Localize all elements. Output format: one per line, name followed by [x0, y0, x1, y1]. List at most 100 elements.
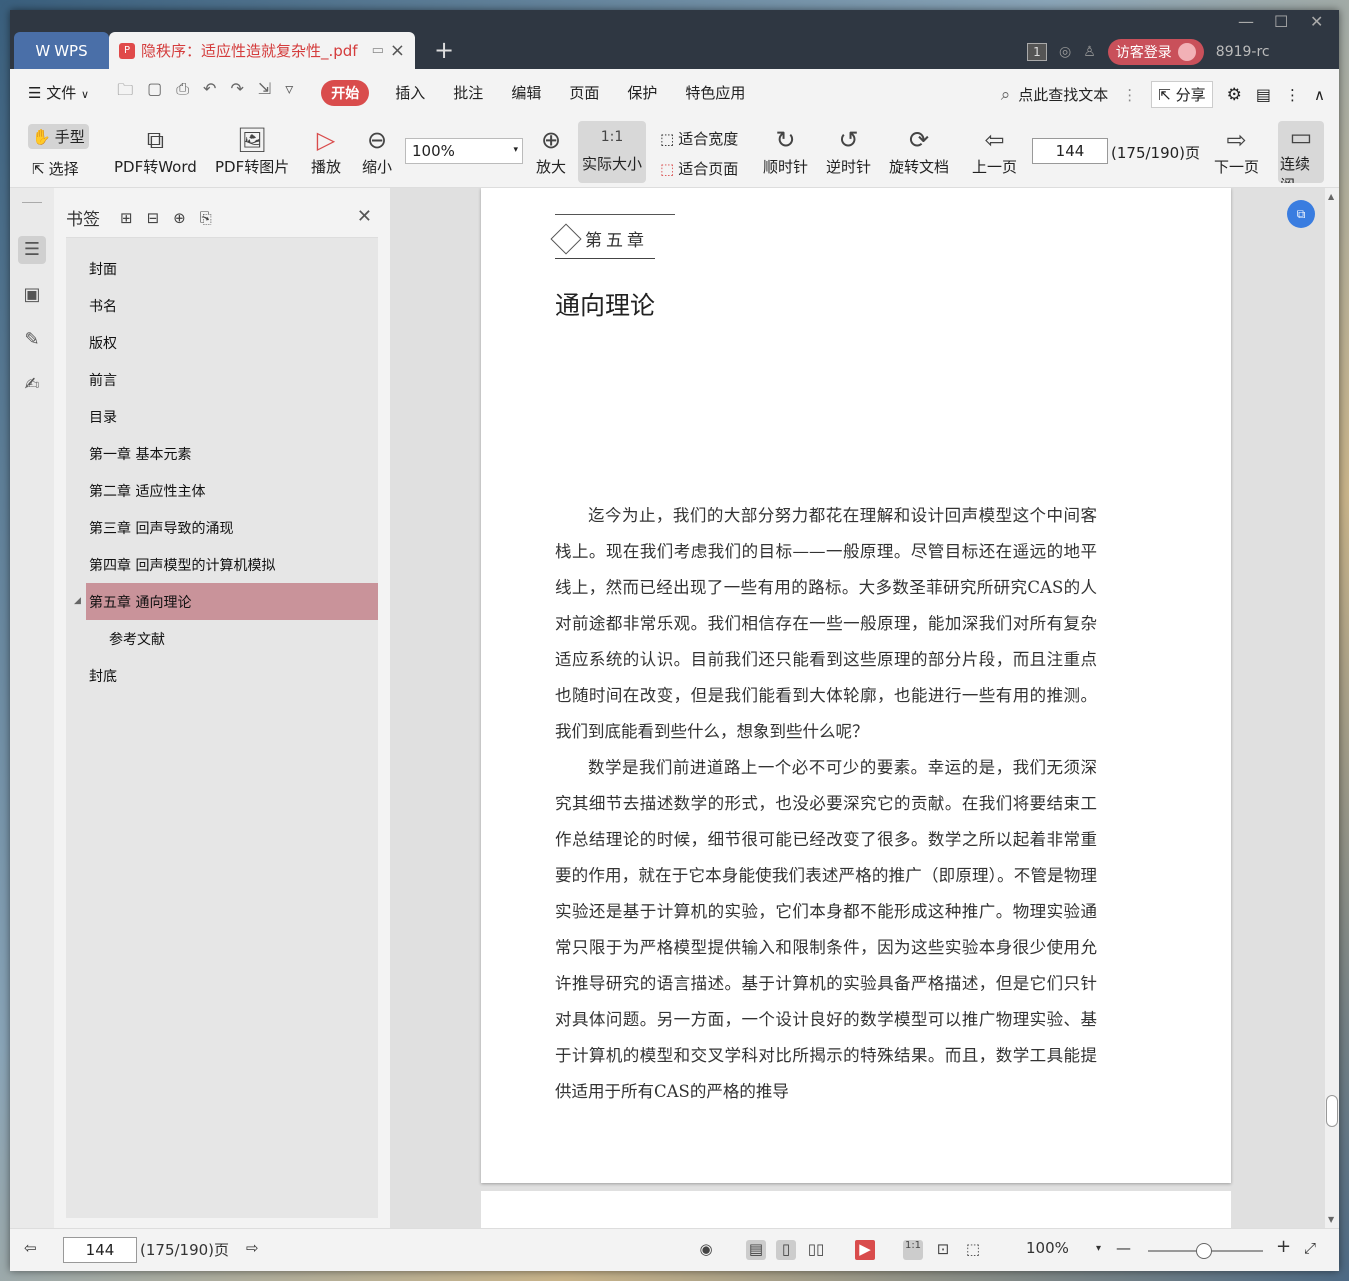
status-zoom-in-icon[interactable]: + [1276, 1236, 1291, 1257]
drag-handle[interactable] [22, 202, 42, 203]
settings-gear-icon[interactable]: ⚙ [1227, 85, 1242, 105]
bookmark-item[interactable]: 参考文献 [66, 620, 378, 657]
bookmark-item[interactable]: 第一章 基本元素 [66, 435, 378, 472]
thumbnail-icon[interactable]: ▣ [18, 281, 46, 309]
share-button[interactable]: ⇱ 分享 [1151, 81, 1213, 108]
tab-special[interactable]: 特色应用 [685, 82, 745, 103]
document-view[interactable]: 第五章 通向理论 迄今为止，我们的大部分努力都花在理解和设计回声模型这个中间客栈… [390, 188, 1325, 1228]
more-vertical-icon[interactable]: ⋮ [1122, 86, 1137, 104]
redo-icon[interactable]: ↷ [230, 79, 243, 106]
vertical-scrollbar[interactable]: ▲ ▼ [1325, 188, 1339, 1228]
wps-home-tab[interactable]: W WPS [14, 32, 109, 69]
undo-icon[interactable]: ↶ [203, 79, 216, 106]
play-button[interactable]: ▷ 播放 [311, 124, 341, 177]
status-zoom-out-icon[interactable]: — [1116, 1239, 1131, 1257]
play-slideshow-icon[interactable]: ▶ [855, 1240, 875, 1260]
bookmark-item[interactable]: 第二章 适应性主体 [66, 472, 378, 509]
print-icon[interactable]: ⎙ [176, 79, 189, 106]
pdf-to-word-button[interactable]: ⧉ PDF转Word [114, 124, 197, 177]
prev-page-button[interactable]: ⇦ 上一页 [972, 124, 1017, 177]
bookmark-item-selected[interactable]: 第五章 通向理论 [86, 583, 378, 620]
page-view-icon[interactable]: ▯ [776, 1240, 796, 1260]
sync-icon[interactable]: ◎ [1059, 44, 1071, 60]
status-page-input[interactable]: 144 [63, 1237, 137, 1263]
collapse-ribbon-icon[interactable]: ∧ [1314, 86, 1325, 104]
tab-insert[interactable]: 插入 [395, 82, 425, 103]
zoom-select[interactable]: 100% ▾ [405, 138, 523, 164]
status-zoom-value[interactable]: 100% [1026, 1239, 1069, 1257]
login-button[interactable]: 访客登录 [1107, 39, 1204, 65]
collapse-all-icon[interactable]: ⊟ [147, 209, 160, 227]
more-chevron-icon[interactable]: ▿ [285, 79, 293, 106]
tab-annotate[interactable]: 批注 [453, 82, 483, 103]
annotation-icon[interactable]: ✎ [18, 326, 46, 354]
status-next-page-icon[interactable]: ⇨ [246, 1239, 259, 1257]
maximize-button[interactable]: ☐ [1274, 12, 1288, 31]
open-icon[interactable]: 🗀 [117, 79, 133, 106]
scrollbar-thumb[interactable] [1326, 1095, 1338, 1127]
rotate-clockwise-button[interactable]: ↻ 顺时针 [763, 124, 808, 177]
search-icon[interactable]: ⌕ [1001, 85, 1011, 105]
bookmark-options-icon[interactable]: ⎘ [200, 209, 212, 227]
actual-size-status-icon[interactable]: 1:1 [903, 1240, 923, 1260]
comment-icon[interactable]: ▤ [1256, 85, 1271, 104]
bookmark-item-label: 第五章 通向理论 [89, 594, 192, 611]
floating-tool-button[interactable]: ⧉ [1287, 200, 1315, 228]
window-count-badge[interactable]: 1 [1027, 43, 1047, 61]
hand-tool-button[interactable]: ✋ 手型 [28, 124, 89, 149]
eye-protection-icon[interactable]: ◉ [696, 1240, 716, 1260]
bookmark-item[interactable]: 第四章 回声模型的计算机模拟 [66, 546, 378, 583]
close-window-button[interactable]: ✕ [1310, 12, 1323, 31]
tab-start[interactable]: 开始 [321, 79, 370, 106]
bookmark-item[interactable]: 目录 [66, 398, 378, 435]
status-prev-page-icon[interactable]: ⇦ [24, 1239, 37, 1257]
next-page-button[interactable]: ⇨ 下一页 [1214, 124, 1259, 177]
collapse-triangle-icon[interactable]: ◢ [74, 596, 81, 606]
continuous-read-button[interactable]: ▭ 连续阅 [1278, 121, 1324, 183]
bookmark-item[interactable]: 第三章 回声导致的涌现 [66, 509, 378, 546]
bookmark-item[interactable]: 封面 [66, 250, 378, 287]
bookmark-item[interactable]: 前言 [66, 361, 378, 398]
add-bookmark-icon[interactable]: ⊕ [173, 209, 186, 227]
zoom-in-button[interactable]: ⊕ 放大 [536, 124, 566, 177]
tab-protect[interactable]: 保护 [627, 82, 657, 103]
fit-page-status-icon[interactable]: ⊡ [933, 1240, 953, 1260]
rotate-document-button[interactable]: ⟳ 旋转文档 [889, 124, 949, 177]
pdf-to-image-button[interactable]: 🖼 PDF转图片 [215, 124, 289, 177]
zoom-slider-knob[interactable] [1196, 1243, 1212, 1259]
actual-size-button[interactable]: 1:1 实际大小 [578, 121, 646, 183]
new-tab-button[interactable]: + [434, 36, 454, 64]
bookmark-list-icon[interactable]: ☰ [18, 236, 46, 264]
tab-edit[interactable]: 编辑 [511, 82, 541, 103]
expand-all-icon[interactable]: ⊞ [120, 209, 133, 227]
more-options-icon[interactable]: ⋮ [1285, 86, 1300, 104]
signature-icon[interactable]: ✍ [18, 371, 46, 399]
search-text-button[interactable]: 点此查找文本 [1018, 84, 1108, 105]
scroll-down-icon[interactable]: ▼ [1328, 1215, 1334, 1224]
scroll-up-icon[interactable]: ▲ [1328, 192, 1334, 201]
dual-page-view-icon[interactable]: ▯▯ [806, 1240, 826, 1260]
tab-page[interactable]: 页面 [569, 82, 599, 103]
fit-width-status-icon[interactable]: ⬚ [963, 1240, 983, 1260]
fit-page-button[interactable]: ⬚ 适合页面 [660, 158, 738, 179]
fullscreen-icon[interactable]: ⤢ [1304, 1239, 1316, 1257]
rotate-counterclockwise-button[interactable]: ↺ 逆时针 [826, 124, 871, 177]
single-page-view-icon[interactable]: ▤ [746, 1240, 766, 1260]
file-menu[interactable]: ☰ 文件 ∨ [28, 82, 89, 103]
zoom-out-button[interactable]: ⊖ 缩小 [362, 124, 392, 177]
present-icon[interactable]: ▭ [372, 43, 384, 58]
close-panel-icon[interactable]: ✕ [357, 206, 372, 227]
fit-width-button[interactable]: ⬚ 适合宽度 [660, 128, 738, 149]
zoom-dropdown-icon[interactable]: ▾ [1096, 1243, 1101, 1254]
close-tab-button[interactable]: × [390, 40, 405, 61]
bookmark-item[interactable]: 书名 [66, 287, 378, 324]
document-tab[interactable]: P 隐秩序：适应性造就复杂性_.pdf ▭ × [109, 32, 415, 69]
minimize-button[interactable]: — [1238, 12, 1254, 31]
page-number-input[interactable]: 144 [1032, 138, 1108, 164]
select-tool-button[interactable]: ⇱ 选择 [32, 158, 79, 179]
skin-icon[interactable]: ♙ [1083, 44, 1096, 60]
export-icon[interactable]: ⇲ [258, 79, 271, 106]
bookmark-item[interactable]: 版权 [66, 324, 378, 361]
save-icon[interactable]: ▢ [147, 79, 162, 106]
bookmark-item[interactable]: 封底 [66, 657, 378, 694]
